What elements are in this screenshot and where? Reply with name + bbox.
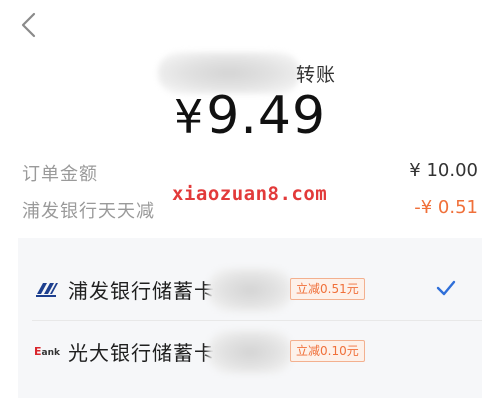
ceb-logo-icon: Eank xyxy=(34,344,60,358)
title-suffix: 转账 xyxy=(296,64,337,86)
payment-option-spdb[interactable]: 浦发银行储蓄卡 立减0.51元 xyxy=(32,258,482,321)
amount-value: 9.49 xyxy=(206,86,327,146)
bank-name: 浦发银行储蓄卡 xyxy=(68,279,215,303)
amount-currency: ¥ xyxy=(173,90,205,144)
payment-option-ceb[interactable]: Eank 光大银行储蓄卡 立减0.10元 xyxy=(32,320,482,382)
watermark: xiaozuan8.com xyxy=(172,183,328,205)
promo-badge: 立减0.10元 xyxy=(290,340,365,362)
checkmark-icon xyxy=(436,280,456,296)
bank-name: 光大银行储蓄卡 xyxy=(68,341,215,365)
spdb-logo-icon xyxy=(34,278,60,300)
discount-value: -¥ 0.51 xyxy=(414,197,478,218)
payment-method-list: 浦发银行储蓄卡 立减0.51元 Eank 光大银行储蓄卡 立减0.10元 xyxy=(18,238,482,398)
chevron-left-icon xyxy=(21,12,36,38)
promo-badge: 立减0.51元 xyxy=(290,278,365,300)
order-amount-label: 订单金额 xyxy=(22,164,98,185)
payment-amount: ¥9.49 xyxy=(0,86,500,146)
redacted-card-number xyxy=(208,330,292,374)
discount-label: 浦发银行天天减 xyxy=(22,201,155,222)
redacted-card-number xyxy=(208,268,292,312)
order-amount-value: ¥ 10.00 xyxy=(409,160,478,181)
back-button[interactable] xyxy=(14,10,44,40)
